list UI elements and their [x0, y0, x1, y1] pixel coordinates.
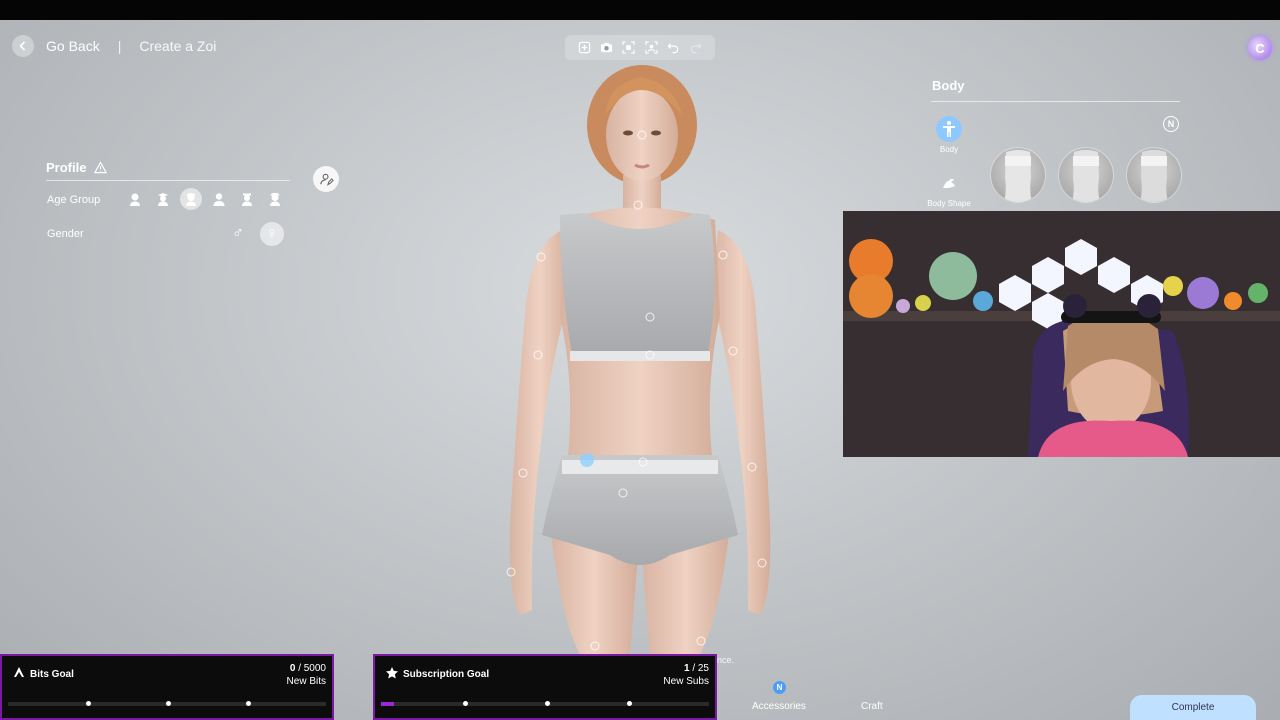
camera-icon[interactable]	[599, 41, 613, 55]
male-icon[interactable]: ♂	[226, 222, 250, 246]
undo-icon[interactable]	[666, 41, 680, 55]
subs-progress-fill	[381, 702, 395, 706]
go-back-label[interactable]: Go Back	[46, 38, 100, 54]
body-preset-2[interactable]	[1058, 147, 1114, 203]
category-body[interactable]: Body	[925, 116, 973, 154]
bits-goal-widget: Bits Goal 0 / 5000 New Bits	[0, 654, 334, 720]
body-preset-1[interactable]	[990, 147, 1046, 203]
focus-icon[interactable]	[644, 41, 658, 55]
star-icon	[386, 667, 398, 679]
subscription-goal-widget: Subscription Goal 1 / 25 New Subs	[373, 654, 717, 720]
bits-icon	[14, 667, 24, 677]
breadcrumb: Go Back | Create a Zoi	[12, 34, 216, 58]
back-button[interactable]	[12, 35, 34, 57]
category-body-shape-label: Body Shape	[927, 199, 971, 208]
hint-text: nce.	[717, 655, 735, 665]
streamer-webcam	[843, 211, 1280, 457]
warning-icon[interactable]	[94, 161, 108, 174]
breadcrumb-separator: |	[117, 38, 122, 54]
character-model[interactable]	[490, 55, 790, 655]
age-middle-aged-icon[interactable]	[236, 188, 258, 210]
gender-label: Gender	[47, 228, 84, 240]
bits-goal-name: Bits Goal	[30, 669, 74, 680]
category-body-shape[interactable]: Body Shape	[925, 170, 973, 208]
bits-unit: New Bits	[286, 676, 326, 687]
age-infant-icon[interactable]	[124, 188, 146, 210]
body-icon	[936, 116, 962, 142]
chevron-left-icon	[19, 41, 26, 51]
bits-milestone-dot	[86, 701, 91, 706]
page-title: Create a Zoi	[139, 38, 217, 54]
subs-target: / 25	[692, 663, 709, 674]
body-preset-3[interactable]	[1126, 147, 1182, 203]
torso-thumbnail-icon	[1004, 150, 1032, 202]
subscription-goal-count: 1 / 25 New Subs	[663, 662, 709, 688]
age-teen-icon[interactable]	[180, 188, 202, 210]
profile-divider	[46, 180, 290, 181]
bits-milestone-dot	[246, 701, 251, 706]
profile-title-label: Profile	[46, 160, 87, 175]
subs-current: 1	[683, 663, 690, 674]
gender-selector: ♂ ♀	[226, 222, 284, 246]
add-frame-icon[interactable]	[577, 41, 591, 55]
screenshot-icon[interactable]	[622, 41, 636, 55]
bits-progress-track	[8, 701, 326, 706]
subs-milestone-dot	[627, 701, 632, 706]
edit-profile-button[interactable]	[313, 166, 339, 192]
body-presets	[990, 147, 1182, 203]
age-group-selector	[124, 188, 286, 210]
account-avatar[interactable]: C	[1248, 36, 1272, 60]
subs-unit: New Subs	[663, 676, 709, 687]
tab-craft[interactable]: Craft	[861, 701, 883, 712]
tab-accessories[interactable]: Accessories	[752, 701, 806, 712]
torso-thumbnail-icon	[1140, 150, 1168, 202]
age-child-icon[interactable]	[152, 188, 174, 210]
subs-progress-track	[381, 701, 709, 706]
accessories-new-badge: N	[773, 681, 786, 694]
flexed-arm-icon	[936, 170, 962, 196]
new-badge: N	[1163, 116, 1179, 132]
body-divider	[931, 101, 1180, 102]
bits-current: 0	[289, 663, 296, 674]
bits-milestone-dot	[166, 701, 171, 706]
female-icon[interactable]: ♀	[260, 222, 284, 246]
subs-milestone-dot	[463, 701, 468, 706]
body-section-title: Body	[932, 78, 965, 93]
age-adult-icon[interactable]	[208, 188, 230, 210]
age-group-label: Age Group	[47, 194, 101, 206]
bits-goal-count: 0 / 5000 New Bits	[287, 662, 326, 688]
subscription-goal-name: Subscription Goal	[403, 669, 490, 680]
category-body-label: Body	[939, 145, 959, 154]
profile-section-title: Profile	[46, 160, 108, 175]
redo-icon[interactable]	[689, 41, 703, 55]
torso-thumbnail-icon	[1072, 150, 1100, 202]
subs-milestone-dot	[545, 701, 550, 706]
top-black-bar	[0, 0, 1280, 20]
age-elder-icon[interactable]	[264, 188, 286, 210]
person-edit-icon	[319, 173, 334, 186]
bits-target: / 5000	[298, 663, 326, 674]
complete-button[interactable]: Complete	[1130, 695, 1256, 720]
